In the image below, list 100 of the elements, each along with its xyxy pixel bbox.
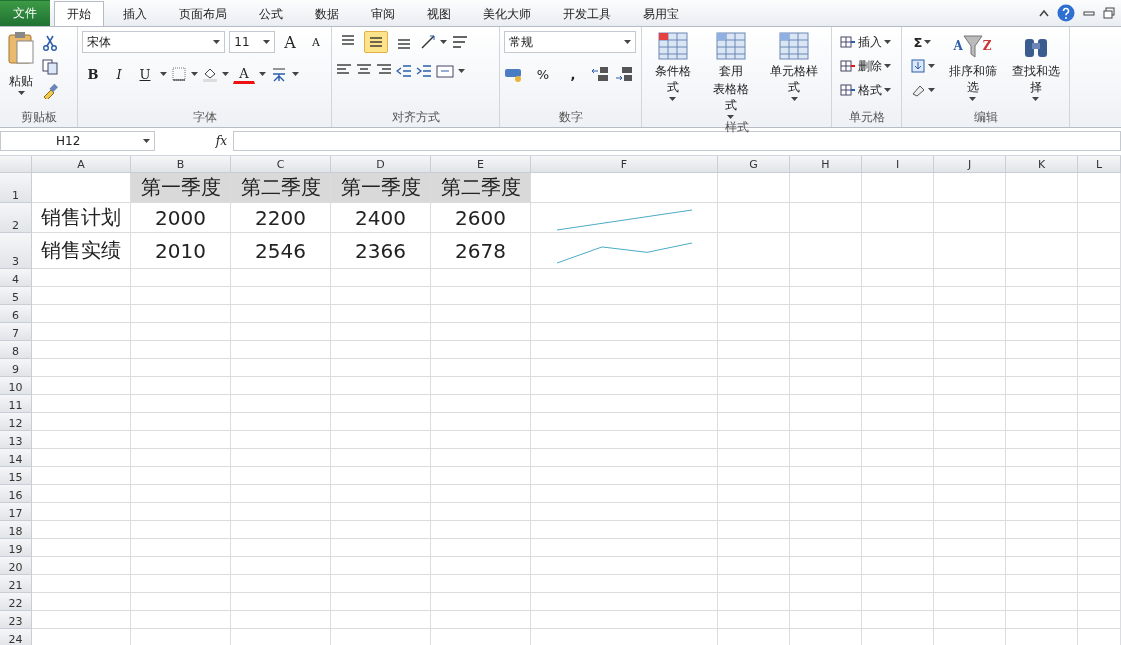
row-header[interactable]: 17	[0, 503, 32, 521]
shrink-font-button[interactable]: A	[305, 31, 327, 53]
row-header[interactable]: 15	[0, 467, 32, 485]
empty-cell	[1006, 359, 1078, 377]
font-name-field[interactable]: 宋体	[82, 31, 226, 53]
empty-cell	[934, 557, 1006, 575]
align-middle-button[interactable]	[364, 31, 388, 53]
empty-cell	[1006, 557, 1078, 575]
group-label: 编辑	[972, 109, 999, 126]
copy-icon	[42, 59, 58, 75]
column-header[interactable]: G	[718, 156, 790, 173]
insert-function-button[interactable]: fx	[155, 130, 233, 151]
ribbon-tab[interactable]: 开始	[54, 1, 104, 26]
column-header[interactable]: L	[1078, 156, 1121, 173]
row-header[interactable]: 8	[0, 341, 32, 359]
ribbon-tab[interactable]: 插入	[110, 1, 160, 26]
paste-button[interactable]: 粘贴	[4, 31, 38, 109]
caret-icon	[669, 97, 677, 101]
style-button[interactable]: 单元格样式	[761, 31, 827, 119]
column-header[interactable]: J	[934, 156, 1006, 173]
empty-cell	[718, 539, 790, 557]
font-size-field[interactable]: 11	[229, 31, 275, 53]
row-header[interactable]: 1	[0, 173, 32, 203]
row-header[interactable]: 21	[0, 575, 32, 593]
style-button[interactable]: 条件格式	[646, 31, 700, 119]
row-header[interactable]: 7	[0, 323, 32, 341]
ribbon-tab[interactable]: 页面布局	[166, 1, 240, 26]
ribbon-tab[interactable]: 美化大师	[470, 1, 544, 26]
ribbon-tab[interactable]: 公式	[246, 1, 296, 26]
row-header[interactable]: 6	[0, 305, 32, 323]
ribbon-tab[interactable]: 易用宝	[630, 1, 692, 26]
table-cell: 2678	[431, 233, 531, 269]
table-cell: 2546	[231, 233, 331, 269]
style-button[interactable]: 套用 表格格式	[703, 31, 758, 119]
empty-cell	[934, 395, 1006, 413]
row-header[interactable]: 19	[0, 539, 32, 557]
italic-button[interactable]: I	[108, 63, 130, 85]
row-header[interactable]: 16	[0, 485, 32, 503]
empty-cell	[790, 467, 862, 485]
row-header[interactable]: 4	[0, 269, 32, 287]
column-header[interactable]: B	[131, 156, 231, 173]
grow-font-button[interactable]: A	[279, 31, 301, 53]
table-cell: 销售实绩	[32, 233, 131, 269]
table-style-icon	[778, 31, 811, 61]
row-header[interactable]: 13	[0, 431, 32, 449]
cells-button[interactable]: 删除	[836, 55, 897, 77]
empty-cell	[1078, 485, 1121, 503]
ribbon-tab[interactable]: 开发工具	[550, 1, 624, 26]
table-cell: 第一季度	[331, 173, 431, 203]
sort-letter: Z	[982, 38, 992, 54]
bold-button[interactable]: B	[82, 63, 104, 85]
row-header[interactable]: 22	[0, 593, 32, 611]
empty-cell	[1078, 395, 1121, 413]
column-header[interactable]: F	[531, 156, 718, 173]
caret-icon	[1032, 97, 1039, 101]
row-header[interactable]: 2	[0, 203, 32, 233]
underline-button[interactable]: U	[134, 63, 156, 85]
percent-button[interactable]: %	[532, 63, 554, 85]
ribbon-tab[interactable]: 审阅	[358, 1, 408, 26]
row-header[interactable]: 14	[0, 449, 32, 467]
empty-cell	[718, 575, 790, 593]
empty-cell	[1078, 521, 1121, 539]
editing-button[interactable]: 查找和选择	[1006, 31, 1065, 109]
row-header[interactable]: 20	[0, 557, 32, 575]
phonetic-icon	[270, 66, 288, 82]
column-header[interactable]: D	[331, 156, 431, 173]
cells-button[interactable]: 插入	[836, 31, 897, 53]
autosum-button[interactable]: Σ	[906, 31, 939, 53]
row-header[interactable]: 10	[0, 377, 32, 395]
row-header[interactable]: 12	[0, 413, 32, 431]
name-box[interactable]: H12	[0, 130, 155, 151]
column-header[interactable]: A	[32, 156, 131, 173]
ribbon-tab[interactable]: 数据	[302, 1, 352, 26]
empty-cell	[790, 287, 862, 305]
cells-button[interactable]: 格式	[836, 79, 897, 101]
row-header[interactable]: 23	[0, 611, 32, 629]
row-header[interactable]: 5	[0, 287, 32, 305]
row-header[interactable]: 3	[0, 233, 32, 269]
comma-button[interactable]: ,	[562, 63, 584, 85]
number-format-field[interactable]: 常规	[504, 31, 636, 53]
caret-icon	[884, 40, 891, 44]
empty-cell	[934, 359, 1006, 377]
group-label: 对齐方式	[390, 109, 441, 126]
column-header[interactable]: H	[790, 156, 862, 173]
ribbon-tab[interactable]: 文件	[0, 0, 50, 26]
empty-cell	[934, 521, 1006, 539]
font-color-button[interactable]: A	[233, 64, 255, 84]
row-header[interactable]: 11	[0, 395, 32, 413]
ribbon-tab[interactable]: 视图	[414, 1, 464, 26]
column-header[interactable]: E	[431, 156, 531, 173]
row-header[interactable]: 18	[0, 521, 32, 539]
empty-cell	[790, 503, 862, 521]
column-header[interactable]: K	[1006, 156, 1078, 173]
empty-cell	[1006, 173, 1078, 203]
column-header[interactable]: I	[862, 156, 934, 173]
editing-button[interactable]: A Z 排序和筛选	[943, 31, 1002, 109]
row-header[interactable]: 24	[0, 629, 32, 645]
empty-cell	[934, 269, 1006, 287]
column-header[interactable]: C	[231, 156, 331, 173]
row-header[interactable]: 9	[0, 359, 32, 377]
